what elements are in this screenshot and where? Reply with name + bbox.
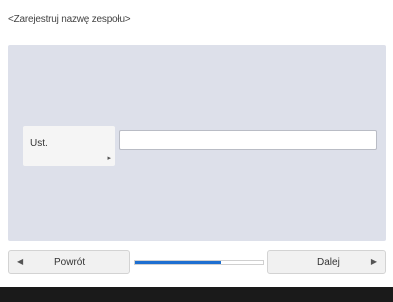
back-label: Powrót: [54, 257, 86, 268]
team-name-input[interactable]: [119, 130, 377, 150]
progress-fill: [135, 261, 221, 264]
next-button[interactable]: Dalej ▶: [267, 250, 386, 274]
setting-label-button[interactable]: Ust. ▸: [23, 126, 115, 166]
page-title: <Zarejestruj nazwę zespołu>: [8, 14, 131, 25]
triangle-right-icon: ▶: [370, 257, 377, 266]
back-button[interactable]: ◀ Powrót: [8, 250, 130, 274]
progress-bar: [134, 260, 264, 265]
bottom-status-bar: [0, 287, 393, 302]
triangle-left-icon: ◀: [17, 257, 24, 266]
next-label: Dalej: [317, 257, 340, 268]
corner-arrow-icon: ▸: [107, 155, 111, 162]
content-panel: Ust. ▸: [8, 45, 386, 241]
setting-label: Ust.: [30, 138, 48, 149]
